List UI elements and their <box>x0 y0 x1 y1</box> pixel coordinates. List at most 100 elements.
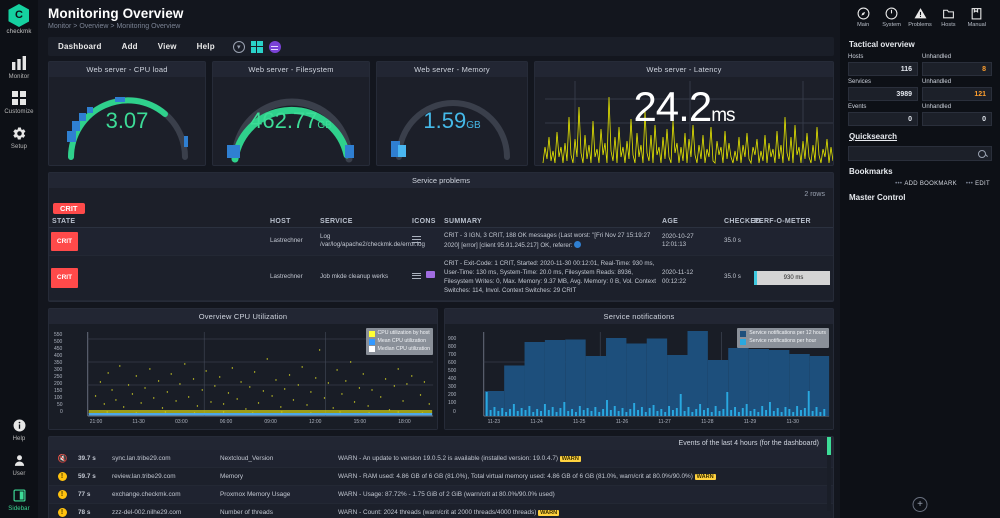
legend-entry: Service notifications per hour <box>740 338 826 346</box>
sidebar-item-sidebar-label: Sidebar <box>8 506 29 512</box>
sidebar-shortcut-manual[interactable]: Manual <box>963 6 991 28</box>
list-item[interactable]: 🔇 39.7 s sync.lan.tribe29.com Nextcloud_… <box>49 450 833 468</box>
to-hosts-unhandled-value[interactable]: 8 <box>922 62 992 76</box>
tile-filesystem[interactable]: Web server - Filesystem 462.77GB <box>212 61 370 166</box>
folder-icon[interactable] <box>426 271 435 278</box>
logfile-icon[interactable] <box>412 271 421 280</box>
cell-service[interactable]: Nextcloud_Version <box>217 450 335 468</box>
cell-age: 39.7 s <box>75 450 109 468</box>
menu-item-dashboard[interactable]: Dashboard <box>54 42 112 51</box>
chart-cpu-utilization[interactable]: Overview CPU Utilization <box>48 308 438 430</box>
col-perfometer[interactable]: PERF-O-METER <box>751 216 833 228</box>
legend-swatch <box>740 331 746 337</box>
sidebar-shortcut-problems[interactable]: Problems <box>906 6 934 28</box>
menu-item-add[interactable]: Add <box>112 42 148 51</box>
tile-memory[interactable]: Web server - Memory 1.59GB <box>376 61 528 166</box>
ytick: 450 <box>54 346 62 352</box>
summary-text: CRIT - 3 IGN, 3 CRIT, 188 OK messages (L… <box>444 232 650 249</box>
state-filter-crit[interactable]: CRIT <box>53 203 85 214</box>
ytick: 0 <box>60 409 63 415</box>
chart-service-notifications[interactable]: Service notifications <box>444 308 834 430</box>
ytick: 250 <box>54 374 62 380</box>
search-icon[interactable] <box>978 150 986 158</box>
sidebar-item-help[interactable]: Help <box>0 416 38 442</box>
events-scrollbar-thumb[interactable] <box>827 437 831 455</box>
menu-item-view[interactable]: View <box>148 42 187 51</box>
cell-host[interactable]: review.lan.tribe29.com <box>109 467 217 485</box>
list-item[interactable]: ! 78 s zzz-del-002.nilhe29.com Number of… <box>49 503 833 518</box>
cell-text: WARN - RAM used: 4.86 GB of 6 GB (81.0%)… <box>335 467 833 485</box>
cell-host[interactable]: zzz-del-002.nilhe29.com <box>109 503 217 518</box>
status-badge[interactable]: CRIT <box>51 232 78 251</box>
logfile-icon[interactable] <box>412 235 421 244</box>
to-events-value[interactable]: 0 <box>848 112 918 126</box>
xtick: 11-29 <box>744 419 756 425</box>
cell-service[interactable]: Log /var/log/apache2/checkmk.de/error.lo… <box>317 228 409 256</box>
col-host[interactable]: HOST <box>267 216 317 228</box>
to-events-unhandled-value[interactable]: 0 <box>922 112 992 126</box>
charts-row: Overview CPU Utilization <box>48 308 834 430</box>
cell-service[interactable]: Proxmox Memory Usage <box>217 485 335 503</box>
cell-host[interactable]: Lastrechner <box>267 228 317 256</box>
table-row[interactable]: CRIT Lastrechner Log /var/log/apache2/ch… <box>49 228 833 256</box>
events-scrollbar[interactable] <box>827 437 831 511</box>
to-hosts-value[interactable]: 116 <box>848 62 918 76</box>
col-summary[interactable]: SUMMARY <box>441 216 659 228</box>
burger-circle-icon[interactable] <box>269 41 281 53</box>
event-text: WARN - Count: 2024 threads (warn/crit at… <box>338 509 536 516</box>
col-service[interactable]: SERVICE <box>317 216 409 228</box>
xtick: 11-25 <box>573 419 585 425</box>
service-problems-table: STATE HOST SERVICE ICONS SUMMARY AGE CHE… <box>49 216 833 301</box>
sidebar-item-monitor[interactable]: Monitor <box>0 54 38 80</box>
tactical-overview-heading: Tactical overview <box>849 40 992 49</box>
col-state[interactable]: STATE <box>49 216 267 228</box>
col-age[interactable]: AGE <box>659 216 721 228</box>
cell-host[interactable]: exchange.checkmk.com <box>109 485 217 503</box>
menu-item-help[interactable]: Help <box>187 42 225 51</box>
tile-latency-title: Web server - Latency <box>535 62 833 77</box>
sidebar-item-customize-label: Customize <box>4 109 33 115</box>
sidebar-shortcut-main[interactable]: Main <box>849 6 877 28</box>
list-item[interactable]: ! 59.7 s review.lan.tribe29.com Memory W… <box>49 467 833 485</box>
to-services-value[interactable]: 3989 <box>848 87 918 101</box>
cell-age: 78 s <box>75 503 109 518</box>
sidebar-shortcut-hosts[interactable]: Hosts <box>934 6 962 28</box>
sidebar-item-setup[interactable]: Setup <box>0 124 38 150</box>
cell-state: CRIT <box>49 255 267 300</box>
search-input-wrap[interactable] <box>848 146 992 161</box>
cell-service[interactable]: Number of threads <box>217 503 335 518</box>
status-badge[interactable]: CRIT <box>51 268 78 287</box>
ytick: 50 <box>57 402 63 408</box>
list-item[interactable]: ! 77 s exchange.checkmk.com Proxmox Memo… <box>49 485 833 503</box>
checkmk-logo[interactable]: C checkmk <box>6 4 31 35</box>
cell-service[interactable]: Memory <box>217 467 335 485</box>
edit-bookmarks-button[interactable]: •••EDIT <box>966 181 990 187</box>
tile-latency[interactable]: Web server - Latency 24.2ms <box>534 61 834 166</box>
sidebar-item-user[interactable]: User <box>0 451 38 477</box>
tile-cpu-load[interactable]: Web server - CPU load 3.07 <box>48 61 206 166</box>
col-icons[interactable]: ICONS <box>409 216 441 228</box>
sidebar-item-customize[interactable]: Customize <box>0 89 38 115</box>
add-bookmark-button[interactable]: •••ADD BOOKMARK <box>895 181 957 187</box>
cell-service[interactable]: Job mkde cleanup werks <box>317 255 409 300</box>
to-services-unhandled-value[interactable]: 121 <box>922 87 992 101</box>
sidebar-icon-row: Main System Problems Hosts <box>848 4 992 34</box>
sidebar-item-sidebar-toggle[interactable]: Sidebar <box>0 486 38 512</box>
chevron-down-circle-icon[interactable]: ▾ <box>233 41 245 53</box>
col-checked[interactable]: CHECKED <box>721 216 751 228</box>
cell-text: WARN - An update to version 19.0.5.2 is … <box>335 450 833 468</box>
search-input[interactable] <box>849 150 978 157</box>
ytick: 100 <box>54 395 62 401</box>
chart-cpu-utilization-title: Overview CPU Utilization <box>49 309 437 324</box>
sidebar-shortcut-system[interactable]: System <box>877 6 905 28</box>
xtick: 11-28 <box>701 419 713 425</box>
main-content: Monitoring Overview Monitor > Overview >… <box>38 0 840 518</box>
layout-grid-icon[interactable] <box>251 41 263 53</box>
events-table: 🔇 39.7 s sync.lan.tribe29.com Nextcloud_… <box>49 450 833 518</box>
page-title: Monitoring Overview <box>48 6 840 21</box>
event-text: WARN - RAM used: 4.86 GB of 6 GB (81.0%)… <box>338 473 693 480</box>
cell-host[interactable]: Lastrechner <box>267 255 317 300</box>
table-row[interactable]: CRIT Lastrechner Job mkde cleanup werks … <box>49 255 833 300</box>
add-snapin-button[interactable]: + <box>913 497 928 512</box>
cell-host[interactable]: sync.lan.tribe29.com <box>109 450 217 468</box>
